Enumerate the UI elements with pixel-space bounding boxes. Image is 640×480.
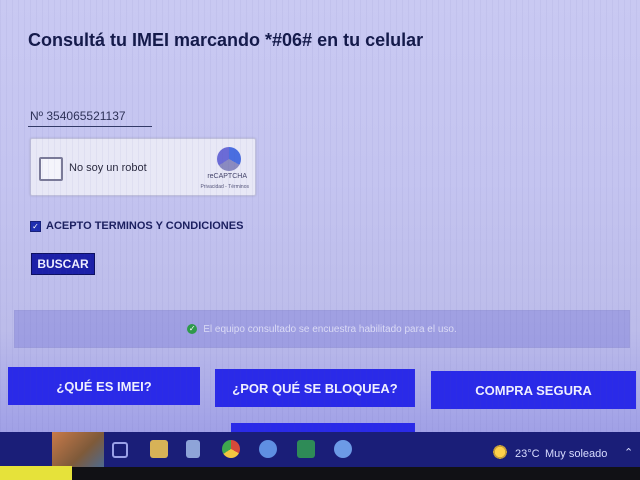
- terms-row[interactable]: ✓ ACEPTO TERMINOS Y CONDICIONES: [30, 220, 243, 232]
- weather-description[interactable]: Muy soleado: [545, 448, 607, 460]
- terms-label[interactable]: ACEPTO TERMINOS Y CONDICIONES: [46, 220, 243, 232]
- page-title: Consultá tu IMEI marcando *#06# en tu ce…: [28, 30, 424, 50]
- file-icon[interactable]: [186, 440, 200, 458]
- recaptcha-widget: No soy un robot reCAPTCHA Privacidad - T…: [30, 138, 256, 196]
- browser-page: Consultá tu IMEI marcando *#06# en tu ce…: [0, 0, 640, 440]
- search-button[interactable]: BUSCAR: [31, 253, 95, 275]
- monitor-bezel: [0, 467, 640, 480]
- recaptcha-checkbox[interactable]: [39, 157, 63, 181]
- recaptcha-logo-icon: [217, 147, 241, 171]
- status-message: El equipo consultado se encuestra habili…: [203, 323, 457, 335]
- recaptcha-links[interactable]: Privacidad - Términos: [200, 184, 249, 190]
- weather-temperature[interactable]: 23°C: [515, 448, 540, 460]
- recaptcha-brand: reCAPTCHA: [207, 173, 247, 180]
- app-icon[interactable]: [334, 440, 352, 458]
- search-thumbnail-icon[interactable]: [52, 432, 104, 467]
- recaptcha-label: No soy un robot: [69, 162, 147, 174]
- chrome-icon[interactable]: [222, 440, 240, 458]
- terms-checkbox[interactable]: ✓: [30, 220, 41, 232]
- status-alert: ✓ El equipo consultado se encuestra habi…: [14, 310, 630, 348]
- file-explorer-icon[interactable]: [150, 440, 168, 458]
- weather-sun-icon[interactable]: [492, 444, 508, 460]
- what-is-imei-button[interactable]: ¿QUÉ ES IMEI?: [8, 367, 200, 405]
- safe-purchase-button[interactable]: COMPRA SEGURA: [431, 371, 636, 409]
- why-blocked-button[interactable]: ¿POR QUÉ SE BLOQUEA?: [215, 369, 415, 407]
- check-circle-icon: ✓: [187, 324, 198, 334]
- excel-icon[interactable]: [297, 440, 315, 458]
- task-view-icon[interactable]: [112, 442, 128, 458]
- imei-input[interactable]: Nº 354065521137: [28, 106, 152, 127]
- edge-icon[interactable]: [259, 440, 277, 458]
- sticky-note: [0, 466, 72, 480]
- tray-chevron-icon[interactable]: ⌃: [624, 446, 633, 459]
